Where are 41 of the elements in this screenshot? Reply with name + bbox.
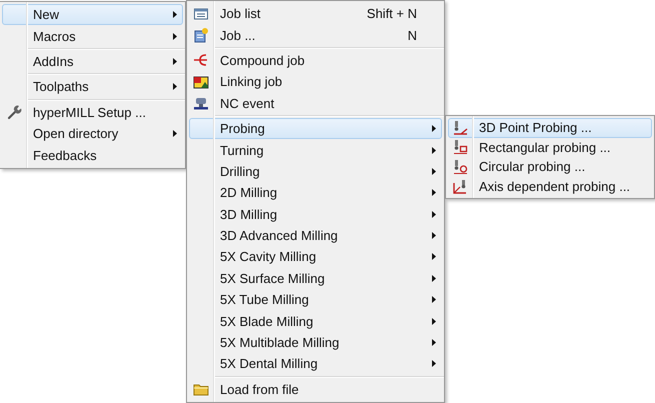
document-icon bbox=[193, 27, 209, 44]
shortcut-text: Shift + N bbox=[366, 6, 418, 22]
menu-item[interactable]: Linking job bbox=[189, 71, 442, 93]
menu-item[interactable]: Feedbacks bbox=[2, 144, 183, 166]
menu-item[interactable]: Axis dependent probing ... bbox=[448, 176, 652, 196]
menu-item[interactable]: Probing bbox=[189, 118, 442, 140]
menu-item[interactable]: 2D Milling bbox=[189, 182, 442, 204]
menu-item[interactable]: Macros bbox=[2, 25, 183, 47]
fork-arrow-icon bbox=[193, 52, 209, 68]
probe-icon bbox=[452, 178, 468, 195]
menu-item[interactable]: 5X Dental Milling bbox=[189, 353, 442, 375]
menu-item[interactable]: New bbox=[2, 4, 183, 26]
menu-item[interactable]: 5X Blade Milling bbox=[189, 310, 442, 332]
menu-item[interactable]: 3D Advanced Milling bbox=[189, 224, 442, 246]
menu-item[interactable]: AddIns bbox=[2, 50, 183, 72]
menu-item[interactable]: 5X Tube Milling bbox=[189, 289, 442, 310]
menu-item[interactable]: 3D Point Probing ... bbox=[448, 118, 652, 138]
menu-item[interactable]: Job list Shift + N bbox=[189, 3, 442, 24]
menu-item[interactable]: Turning bbox=[189, 139, 442, 161]
list-window-icon bbox=[193, 6, 209, 22]
menu-item[interactable]: Circular probing ... bbox=[448, 157, 652, 177]
menu-item[interactable]: NC event bbox=[189, 92, 442, 114]
wrench-icon bbox=[6, 104, 22, 120]
menu-item[interactable]: Job ... N bbox=[189, 24, 442, 46]
menu-item[interactable]: Compound job bbox=[189, 50, 442, 72]
menu-item[interactable]: Toolpaths bbox=[2, 76, 183, 98]
menu-item[interactable]: 5X Surface Milling bbox=[189, 268, 442, 290]
probe-icon bbox=[452, 158, 468, 175]
image-icon bbox=[193, 74, 209, 90]
menu-item[interactable]: hyperMILL Setup ... bbox=[2, 102, 183, 123]
probe-icon bbox=[452, 139, 468, 156]
menu-item[interactable]: Rectangular probing ... bbox=[448, 138, 652, 158]
menu-item[interactable]: Load from file bbox=[189, 378, 442, 400]
shortcut-text: N bbox=[408, 28, 418, 43]
menu-item[interactable]: 5X Cavity Milling bbox=[189, 246, 442, 268]
menu-item[interactable]: 3D Milling bbox=[189, 204, 442, 225]
machine-icon bbox=[193, 95, 209, 112]
menu-item[interactable]: 5X Multiblade Milling bbox=[189, 332, 442, 354]
probe-icon bbox=[452, 120, 468, 136]
menu-item[interactable]: Open directory bbox=[2, 122, 183, 144]
menu-item[interactable]: Drilling bbox=[189, 160, 442, 182]
